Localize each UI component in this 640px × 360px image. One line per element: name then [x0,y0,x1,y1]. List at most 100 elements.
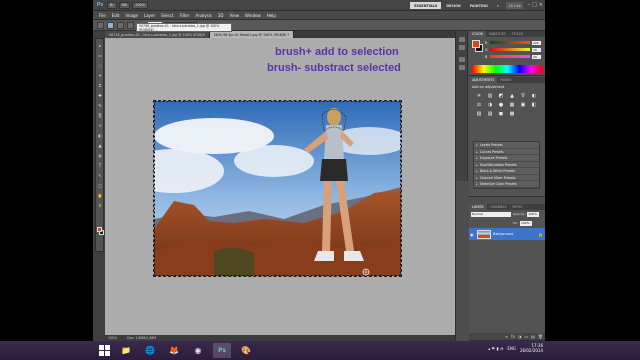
tool-button[interactable]: ☼ [97,123,103,128]
menu-image[interactable]: Image [125,13,138,18]
adjustment-layer-icon[interactable]: ◑ [518,334,522,339]
adjustment-icon[interactable]: ∇ [519,93,527,100]
mini-bridge-button[interactable]: Mb [118,1,131,9]
menu-layer[interactable]: Layer [144,13,155,18]
slider-green[interactable]: G 79 [485,47,543,52]
link-layers-icon[interactable]: ∞ [505,334,508,339]
adjustment-icon[interactable]: ▣ [519,102,527,109]
workspace-design[interactable]: DESIGN [442,2,464,9]
tool-button[interactable]: ⎘ [97,113,103,118]
tab-adjustments[interactable]: ADJUSTMENTS [469,77,498,83]
menu-view[interactable]: View [230,13,240,18]
tab-paths[interactable]: PATHS [510,204,526,210]
taskbar-media-icon[interactable]: ◉ [189,343,207,358]
paragraph-icon[interactable] [459,65,465,70]
adjustment-icon[interactable]: ▦ [508,102,516,109]
menu-window[interactable]: Window [245,13,261,18]
tab-swatches[interactable]: SWATCHES [486,31,509,37]
workspace-more[interactable]: » [493,2,503,9]
adjustment-icon[interactable]: ▲ [508,93,516,100]
zoom-level-select[interactable]: 100% [132,1,149,9]
layer-name[interactable]: Background [493,232,513,236]
adjustment-icon[interactable]: ⚖ [475,102,483,109]
blend-mode-select[interactable]: Normal [471,212,511,217]
delete-layer-icon[interactable]: 🗑 [538,334,543,339]
minimize-button[interactable]: – [528,2,531,8]
tab-channels[interactable]: CHANNELS [487,204,510,210]
history-icon[interactable] [459,37,465,42]
cs-live-button[interactable]: CS Live [506,2,523,9]
preset-selective-color[interactable]: Selective Color Presets [474,181,539,188]
tab-masks[interactable]: MASKS [497,77,514,83]
close-button[interactable]: × [539,2,543,8]
color-spectrum[interactable] [472,65,543,73]
foreground-color-swatch[interactable] [97,227,102,232]
taskbar-paint-icon[interactable]: 🎨 [237,343,255,358]
adjustment-icon[interactable]: ◩ [497,93,505,100]
adjustment-icon[interactable]: ◐ [530,93,538,100]
adjustment-icon[interactable]: ◧ [530,102,538,109]
windows-start-icon[interactable] [97,344,111,358]
tab-layers[interactable]: LAYERS [469,204,487,210]
tool-button[interactable]: ▸ [97,43,103,48]
tool-button[interactable]: ◐ [97,133,103,138]
layer-style-icon[interactable]: fx [511,334,515,339]
tab-color[interactable]: COLOR [469,31,486,37]
tool-button[interactable]: ▢ [97,183,103,188]
opacity-field[interactable]: 100% [527,212,540,217]
character-icon[interactable] [459,57,465,62]
canvas-area[interactable]: brush+ add to selection brush- substract… [105,38,455,335]
adjustment-icon[interactable]: ☀ [475,93,483,100]
taskbar-explorer-icon[interactable]: 📁 [117,343,135,358]
menu-filter[interactable]: Filter [179,13,189,18]
adjustment-icon[interactable]: ◑ [486,102,494,109]
adjustment-icon[interactable]: ▧ [475,111,483,118]
adjustment-icon[interactable]: ▥ [486,93,494,100]
tray-icons[interactable]: ▴ ⚑ ▮ ◔ [488,346,503,351]
visibility-eye-icon[interactable]: ◉ [470,232,475,237]
tool-button[interactable]: ⚲ [97,203,103,208]
actions-icon[interactable] [459,45,465,50]
maximize-button[interactable]: □ [532,2,537,8]
menu-3d[interactable]: 3D [218,13,224,18]
tool-button[interactable]: ◌ [97,63,103,68]
menu-file[interactable]: File [99,13,106,18]
menu-select[interactable]: Select [161,13,173,18]
taskbar-chrome-icon[interactable]: 🌐 [141,343,159,358]
fill-field[interactable]: 100% [520,221,533,226]
adjustment-icon[interactable]: ▨ [486,111,494,118]
menu-analysis[interactable]: Analysis [195,13,211,18]
tool-button[interactable]: ▲ [97,143,103,148]
tab-document-2[interactable]: 5640 98 Spr-01 New01.jpg @ 100% (RGB/8) … [209,31,295,38]
workspace-essentials[interactable]: ESSENTIALS [410,2,442,9]
menu-help[interactable]: Help [267,13,276,18]
tray-language[interactable]: ENG [507,346,516,351]
tab-document-1[interactable]: 58716_gradkon-01 - foto-s-paradas_1.jpg … [105,31,210,38]
tool-button[interactable]: ✶ [97,73,103,78]
document-image[interactable] [153,100,402,277]
adjustment-icon[interactable]: ▩ [508,111,516,118]
tab-styles[interactable]: STYLES [509,31,526,37]
tool-button[interactable]: ▭ [97,53,103,58]
bridge-button[interactable]: Br [107,1,117,9]
taskbar-photoshop-icon[interactable]: Ps [213,343,231,358]
quick-select-new-icon[interactable] [107,21,114,29]
tool-button[interactable]: ✎ [97,103,103,108]
quick-select-add-icon[interactable] [117,21,124,29]
status-zoom[interactable]: 100% [108,336,117,340]
tool-button[interactable]: ↖ [97,173,103,178]
workspace-painting[interactable]: PAINTING [466,2,492,9]
tool-button[interactable]: ◍ [97,153,103,158]
tool-preset-icon[interactable] [97,21,104,29]
layer-row-background[interactable]: ◉ Background 🔒 [469,228,545,240]
quick-select-subtract-icon[interactable] [127,21,134,29]
menu-edit[interactable]: Edit [112,13,120,18]
new-layer-icon[interactable]: ▤ [531,334,535,339]
tray-clock[interactable]: 17:36 26/02/2014 [520,343,543,353]
tool-button[interactable]: ✚ [97,93,103,98]
new-group-icon[interactable]: ▭ [524,334,528,339]
color-panel-foreground-swatch[interactable] [472,40,480,48]
slider-blue[interactable]: B 29 [485,54,543,59]
tool-button[interactable]: ⌗ [97,83,103,88]
adjustment-icon[interactable]: ● [497,102,505,109]
